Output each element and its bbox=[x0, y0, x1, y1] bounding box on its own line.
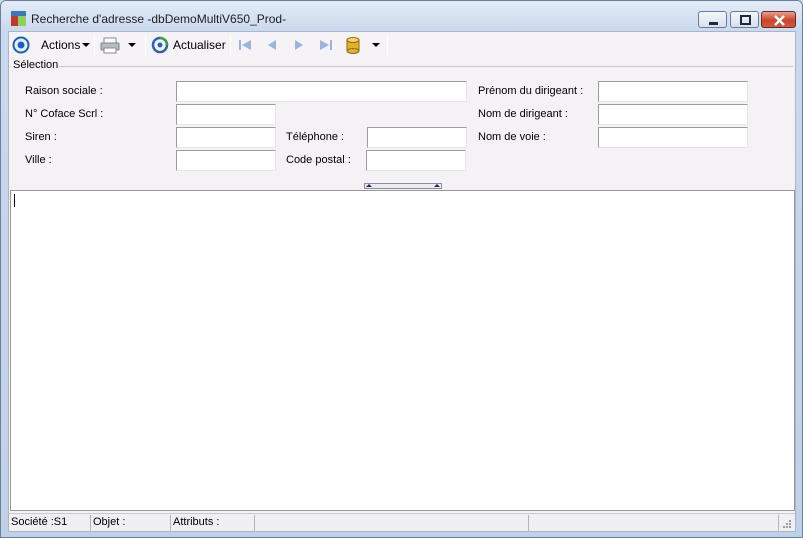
nom-dirigeant-input[interactable] bbox=[598, 104, 748, 125]
raison-sociale-input[interactable] bbox=[176, 81, 467, 102]
ville-input[interactable] bbox=[176, 150, 276, 171]
text-caret bbox=[14, 194, 15, 207]
siren-input[interactable] bbox=[176, 127, 276, 148]
window-title: Recherche d'adresse -dbDemoMultiV650_Pro… bbox=[31, 12, 287, 26]
actions-menu-button[interactable]: Actions bbox=[41, 35, 91, 55]
title-bar[interactable]: Recherche d'adresse -dbDemoMultiV650_Pro… bbox=[1, 1, 802, 31]
previous-record-button[interactable] bbox=[264, 35, 280, 55]
status-panel-empty bbox=[255, 515, 529, 531]
print-options-button[interactable] bbox=[128, 35, 136, 55]
database-icon bbox=[346, 37, 360, 54]
maximize-icon bbox=[740, 15, 751, 25]
maximize-button[interactable] bbox=[730, 11, 759, 28]
status-objet: Objet : bbox=[91, 515, 171, 531]
nom-voie-input[interactable] bbox=[598, 127, 748, 148]
first-record-icon bbox=[239, 40, 251, 50]
main-window: Recherche d'adresse -dbDemoMultiV650_Pro… bbox=[0, 0, 803, 538]
code-postal-label: Code postal : bbox=[286, 154, 351, 166]
raison-sociale-label: Raison sociale : bbox=[25, 85, 103, 97]
client-area: Actions Actualiser Sélection Raison soci… bbox=[8, 31, 796, 532]
n-coface-input[interactable] bbox=[176, 104, 276, 125]
results-area[interactable] bbox=[10, 190, 795, 511]
toolbar-separator bbox=[145, 35, 146, 55]
last-record-icon bbox=[320, 40, 332, 50]
close-icon bbox=[774, 15, 785, 26]
telephone-label: Téléphone : bbox=[286, 131, 345, 143]
target-icon bbox=[12, 36, 30, 54]
splitter-up-arrow-icon bbox=[366, 184, 372, 187]
print-dropdown-icon bbox=[128, 43, 136, 47]
telephone-input[interactable] bbox=[367, 127, 467, 148]
database-button[interactable] bbox=[345, 35, 361, 55]
toolbar-separator bbox=[387, 35, 388, 55]
splitter-up-arrow-icon bbox=[434, 184, 440, 187]
database-dropdown-icon bbox=[372, 43, 380, 47]
resize-grip-icon[interactable] bbox=[781, 518, 792, 529]
database-options-button[interactable] bbox=[372, 35, 380, 55]
first-record-button[interactable] bbox=[237, 35, 253, 55]
previous-record-icon bbox=[268, 40, 276, 50]
prenom-dirigeant-label: Prénom du dirigeant : bbox=[478, 85, 584, 97]
ville-label: Ville : bbox=[25, 154, 52, 166]
selection-group-title: Sélection bbox=[13, 59, 59, 71]
print-button[interactable] bbox=[100, 35, 120, 55]
nom-voie-label: Nom de voie : bbox=[478, 131, 546, 143]
status-bar: Société :S1 Objet : Attributs : bbox=[9, 513, 795, 531]
toolbar: Actions Actualiser bbox=[9, 32, 795, 58]
minimize-icon bbox=[709, 22, 718, 25]
actions-label: Actions bbox=[41, 38, 81, 52]
minimize-button[interactable] bbox=[698, 11, 727, 28]
code-postal-input[interactable] bbox=[366, 150, 466, 171]
prenom-dirigeant-input[interactable] bbox=[598, 81, 748, 102]
refresh-label: Actualiser bbox=[173, 38, 226, 52]
next-record-icon bbox=[295, 40, 303, 50]
next-record-button[interactable] bbox=[291, 35, 307, 55]
refresh-icon bbox=[151, 36, 169, 54]
status-attributs: Attributs : bbox=[171, 515, 255, 531]
toolbar-separator bbox=[230, 35, 231, 55]
printer-icon bbox=[100, 37, 120, 54]
siren-label: Siren : bbox=[25, 131, 57, 143]
close-button[interactable] bbox=[761, 11, 796, 28]
status-panel-empty bbox=[529, 515, 779, 531]
selection-group-divider bbox=[59, 66, 793, 67]
panel-splitter[interactable] bbox=[364, 183, 442, 189]
app-window-icon bbox=[11, 11, 26, 26]
nom-dirigeant-label: Nom de dirigeant : bbox=[478, 108, 568, 120]
actions-dropdown-icon bbox=[82, 43, 91, 47]
refresh-button[interactable]: Actualiser bbox=[151, 35, 226, 55]
target-button[interactable] bbox=[12, 35, 30, 55]
toolbar-separator bbox=[94, 35, 95, 55]
status-societe: Société :S1 bbox=[9, 515, 91, 531]
n-coface-label: N° Coface Scrl : bbox=[25, 108, 104, 120]
last-record-button[interactable] bbox=[318, 35, 334, 55]
